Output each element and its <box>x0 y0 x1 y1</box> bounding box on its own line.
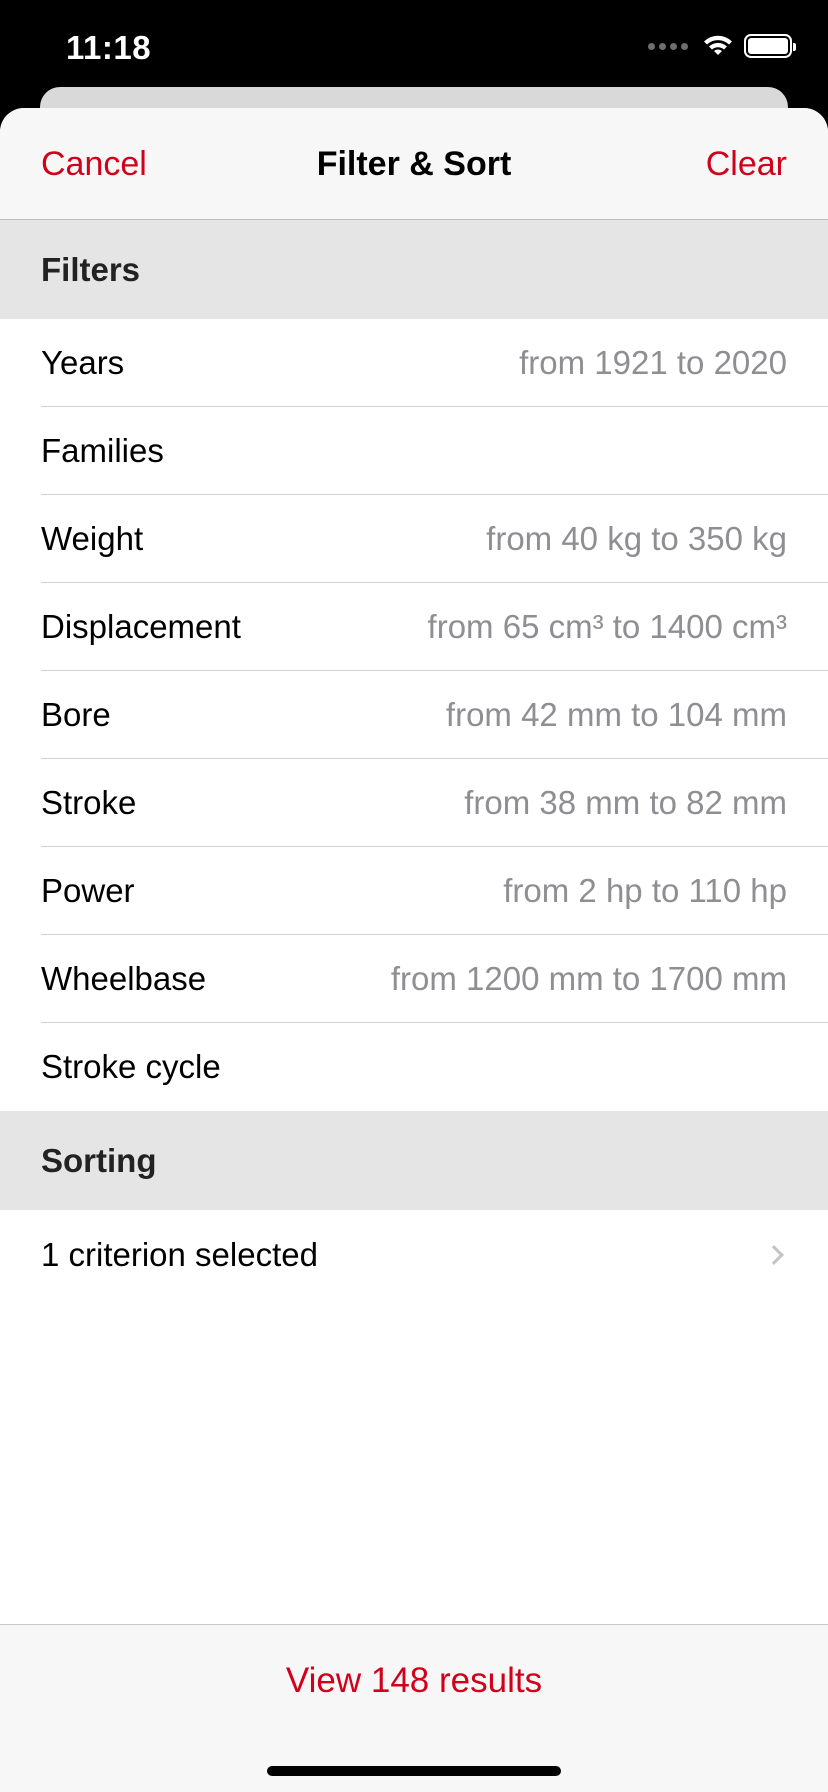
navigation-bar: Cancel Filter & Sort Clear <box>0 108 828 220</box>
home-indicator <box>267 1766 561 1776</box>
screen: 11:18 Cancel Filter & Sort Clear Filters… <box>0 0 828 1792</box>
filter-value: from 2 hp to 110 hp <box>503 872 787 909</box>
filters-section-header: Filters <box>0 220 828 319</box>
filter-label: Bore <box>41 696 111 733</box>
sorting-section-header: Sorting <box>0 1111 828 1210</box>
status-bar: 11:18 <box>0 0 828 100</box>
status-time: 11:18 <box>66 29 152 66</box>
chevron-right-icon <box>764 1245 784 1265</box>
filter-value: from 1921 to 2020 <box>519 344 787 381</box>
filter-label: Stroke cycle <box>41 1048 221 1085</box>
wifi-icon <box>704 35 732 55</box>
filter-value: from 42 mm to 104 mm <box>445 696 787 733</box>
filter-sort-sheet: Cancel Filter & Sort Clear Filters Years… <box>0 108 828 1792</box>
filter-value: from 38 mm to 82 mm <box>464 784 787 821</box>
filter-label: Power <box>41 872 135 909</box>
filter-row-stroke-cycle[interactable]: Stroke cycle <box>0 1023 828 1111</box>
filter-value: from 1200 mm to 1700 mm <box>390 960 787 997</box>
filter-row-bore[interactable]: Bore from 42 mm to 104 mm <box>0 671 828 759</box>
filter-row-power[interactable]: Power from 2 hp to 110 hp <box>0 847 828 935</box>
filter-label: Weight <box>41 520 144 557</box>
bottom-bar: View 148 results <box>0 1624 828 1792</box>
filter-value: from 40 kg to 350 kg <box>486 520 787 557</box>
filter-row-stroke[interactable]: Stroke from 38 mm to 82 mm <box>0 759 828 847</box>
status-icons <box>648 34 796 58</box>
filter-label: Wheelbase <box>41 960 207 997</box>
filter-row-years[interactable]: Years from 1921 to 2020 <box>0 319 828 407</box>
filter-label: Displacement <box>41 608 241 645</box>
cellular-signal-icon <box>648 42 688 50</box>
sorting-summary: 1 criterion selected <box>41 1236 318 1273</box>
view-results-button[interactable]: View 148 results <box>0 1661 828 1701</box>
page-title: Filter & Sort <box>316 145 512 183</box>
sorting-criteria-row[interactable]: 1 criterion selected <box>0 1210 828 1300</box>
battery-icon <box>744 34 796 58</box>
filter-value: from 65 cm³ to 1400 cm³ <box>427 608 787 645</box>
filter-row-displacement[interactable]: Displacement from 65 cm³ to 1400 cm³ <box>0 583 828 671</box>
filter-label: Stroke <box>41 784 137 821</box>
filter-row-wheelbase[interactable]: Wheelbase from 1200 mm to 1700 mm <box>0 935 828 1023</box>
filter-row-weight[interactable]: Weight from 40 kg to 350 kg <box>0 495 828 583</box>
filter-label: Families <box>41 432 164 469</box>
filter-label: Years <box>41 344 125 381</box>
clear-button[interactable]: Clear <box>706 145 787 184</box>
filter-row-families[interactable]: Families <box>0 407 828 495</box>
